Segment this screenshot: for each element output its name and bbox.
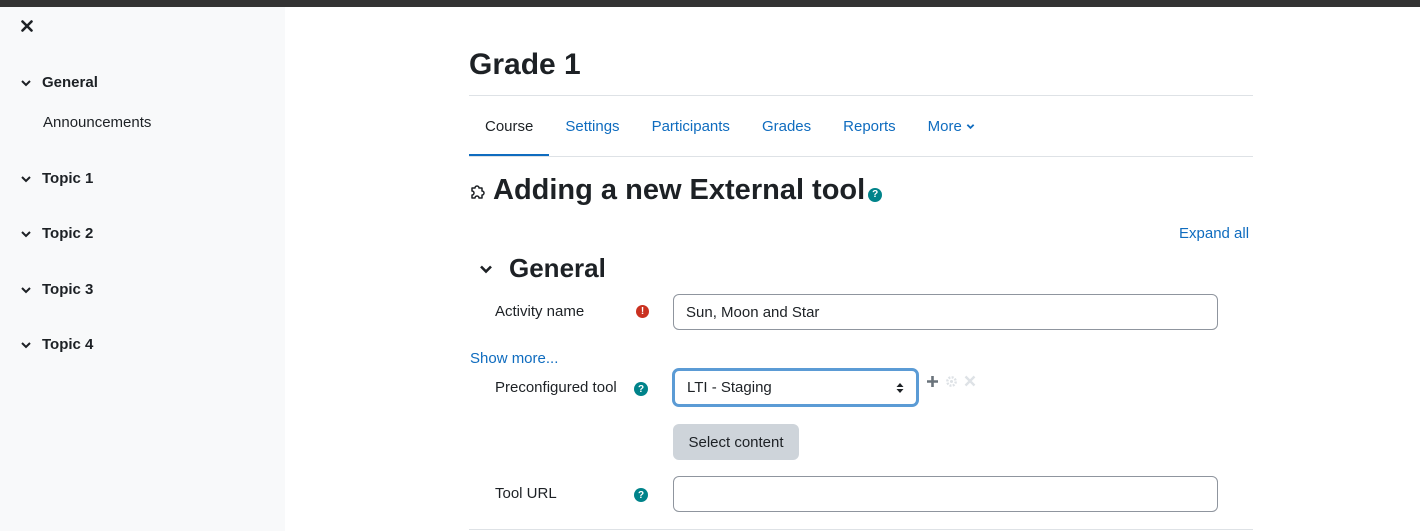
select-arrows-icon: [896, 382, 904, 394]
drawer-item-announcements[interactable]: Announcements: [43, 114, 151, 131]
preconfigured-tool-label: Preconfigured tool: [495, 379, 617, 396]
drawer-section-topic-1[interactable]: Topic 1: [20, 170, 93, 187]
help-icon[interactable]: ?: [634, 382, 648, 396]
drawer-section-label: General: [42, 74, 98, 91]
section-general-toggle[interactable]: General: [478, 253, 606, 284]
drawer-section-general[interactable]: General: [20, 74, 98, 91]
tab-more[interactable]: More: [912, 96, 991, 156]
activity-name-label: Activity name: [495, 303, 585, 320]
drawer-section-topic-2[interactable]: Topic 2: [20, 225, 93, 242]
required-icon: !: [636, 305, 649, 318]
puzzle-icon: [469, 182, 487, 200]
delete-tool-button[interactable]: [963, 374, 977, 388]
drawer-section-topic-3[interactable]: Topic 3: [20, 281, 93, 298]
drawer-section-label: Topic 3: [42, 281, 94, 298]
activity-name-input[interactable]: [673, 294, 1218, 330]
tab-grades[interactable]: Grades: [746, 96, 827, 156]
tab-reports[interactable]: Reports: [827, 96, 912, 156]
tab-settings[interactable]: Settings: [549, 96, 635, 156]
chevron-down-icon: [20, 77, 32, 89]
divider: [469, 156, 1253, 157]
close-drawer-button[interactable]: [18, 17, 36, 35]
activity-heading: Adding a new External tool ?: [469, 174, 883, 207]
divider: [469, 529, 1253, 530]
help-icon[interactable]: ?: [868, 187, 883, 202]
page-title: Grade 1: [469, 48, 581, 81]
tool-url-label: Tool URL: [495, 485, 557, 502]
edit-tool-button[interactable]: [944, 374, 958, 388]
section-general-label: General: [509, 253, 606, 283]
chevron-down-icon: [20, 284, 32, 296]
top-navbar: [0, 0, 1420, 7]
tab-course[interactable]: Course: [469, 96, 550, 157]
drawer-section-topic-4[interactable]: Topic 4: [20, 336, 93, 353]
show-more-link[interactable]: Show more...: [470, 350, 558, 367]
chevron-down-icon: [20, 339, 32, 351]
activity-heading-text: Adding a new External tool: [493, 174, 866, 206]
course-index-drawer: General Announcements Topic 1 Topic 2 To…: [0, 7, 285, 531]
close-icon: [964, 375, 976, 387]
preconfigured-tool-value: LTI - Staging: [687, 379, 772, 396]
tool-actions: [925, 374, 982, 388]
help-icon[interactable]: ?: [634, 488, 648, 502]
tab-participants[interactable]: Participants: [636, 96, 746, 156]
chevron-down-icon: [20, 173, 32, 185]
plus-icon: [926, 375, 938, 387]
tab-more-label: More: [927, 117, 962, 135]
chevron-down-icon: [478, 261, 494, 277]
secondary-navigation: Course Settings Participants Grades Repo…: [469, 96, 991, 157]
select-content-button[interactable]: Select content: [673, 424, 799, 460]
tool-url-input[interactable]: [673, 476, 1218, 512]
add-tool-button[interactable]: [925, 374, 939, 388]
expand-all-link[interactable]: Expand all: [1179, 225, 1249, 242]
gear-icon: [945, 375, 957, 387]
close-icon: [21, 20, 33, 32]
chevron-down-icon: [20, 228, 32, 240]
drawer-section-label: Topic 4: [42, 336, 94, 353]
preconfigured-tool-select[interactable]: LTI - Staging: [672, 368, 919, 407]
drawer-section-label: Topic 2: [42, 225, 94, 242]
drawer-section-label: Topic 1: [42, 170, 94, 187]
chevron-down-icon: [966, 122, 975, 131]
